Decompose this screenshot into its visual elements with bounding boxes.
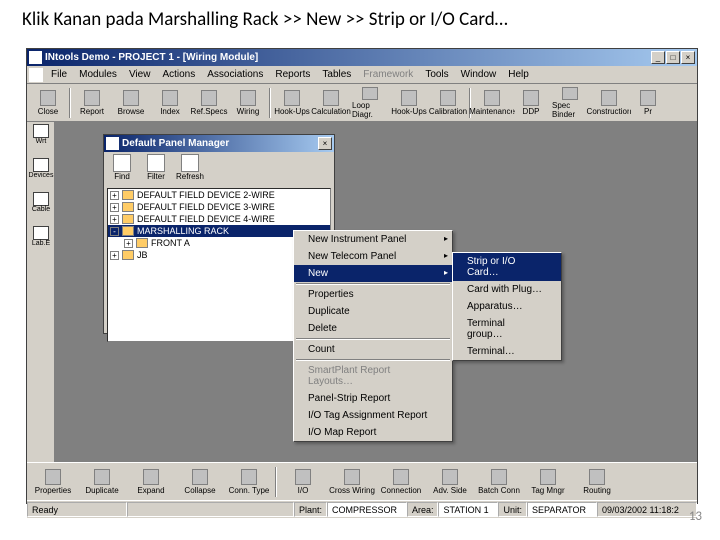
context-submenu-new: Strip or I/O Card…Card with Plug…Apparat… <box>452 252 562 361</box>
btb-tagmngr[interactable]: Tag Mngr <box>524 465 572 499</box>
menu-item[interactable]: Panel-Strip Report <box>294 390 452 407</box>
menu-item[interactable]: Count <box>294 341 452 358</box>
menu-item[interactable]: New <box>294 265 452 282</box>
tb-maintenance[interactable]: Maintenance <box>473 86 511 120</box>
btb-expand[interactable]: Expand <box>127 465 175 499</box>
tb-ddp[interactable]: DDP <box>512 86 550 120</box>
menu-item[interactable]: Terminal… <box>453 343 561 360</box>
btb-collapse[interactable]: Collapse <box>176 465 224 499</box>
menu-view[interactable]: View <box>123 67 157 82</box>
menu-actions[interactable]: Actions <box>156 67 201 82</box>
menu-help[interactable]: Help <box>502 67 535 82</box>
menu-modules[interactable]: Modules <box>73 67 123 82</box>
main-area: Default Panel Manager × FindFilterRefres… <box>55 122 697 462</box>
dock-wrt[interactable]: Wrt <box>29 124 53 154</box>
tb-wiring[interactable]: Wiring <box>229 86 267 120</box>
dock-devices[interactable]: Devices <box>29 158 53 188</box>
close-button[interactable]: × <box>681 51 695 64</box>
tree-item[interactable]: +DEFAULT FIELD DEVICE 3-WIRE <box>108 201 330 213</box>
status-area-label: Area: <box>407 502 439 517</box>
app-icon <box>29 51 42 64</box>
context-menu: New Instrument PanelNew Telecom PanelNew… <box>293 230 453 442</box>
tree-item[interactable]: +DEFAULT FIELD DEVICE 2-WIRE <box>108 189 330 201</box>
dock-lab.e[interactable]: Lab.E <box>29 226 53 256</box>
left-dock: Wrt Devices Cable Lab.E <box>27 122 55 462</box>
toolbar-bottom: PropertiesDuplicateExpandCollapseConn. T… <box>27 462 697 500</box>
tree-item[interactable]: +DEFAULT FIELD DEVICE 4-WIRE <box>108 213 330 225</box>
status-plant-label: Plant: <box>294 502 327 517</box>
tb-pr[interactable]: Pr <box>629 86 667 120</box>
menu-item[interactable]: Strip or I/O Card… <box>453 253 561 281</box>
tb-calibration[interactable]: Calibration <box>429 86 467 120</box>
status-spacer <box>127 502 294 517</box>
btb-crosswiring[interactable]: Cross Wiring <box>328 465 376 499</box>
btb-batchconn[interactable]: Batch Conn <box>475 465 523 499</box>
tb-close[interactable]: Close <box>29 86 67 120</box>
tb-hookups[interactable]: Hook-Ups <box>390 86 428 120</box>
panel-manager-close-button[interactable]: × <box>318 137 332 150</box>
tb-browse[interactable]: Browse <box>112 86 150 120</box>
status-time: 09/03/2002 11:18:2 <box>597 502 697 517</box>
btb-properties[interactable]: Properties <box>29 465 77 499</box>
maximize-button[interactable]: □ <box>666 51 680 64</box>
menu-reports[interactable]: Reports <box>269 67 316 82</box>
menu-item[interactable]: I/O Map Report <box>294 424 452 441</box>
panel-manager-title: Default Panel Manager <box>122 138 318 149</box>
menu-item[interactable]: New Telecom Panel <box>294 248 452 265</box>
tb-construction[interactable]: Construction <box>590 86 628 120</box>
tb-specbinder[interactable]: Spec Binder <box>551 86 589 120</box>
tb-calculation[interactable]: Calculation <box>312 86 350 120</box>
page-number: 13 <box>689 509 702 524</box>
panel-manager-icon <box>106 137 119 150</box>
btb-advside[interactable]: Adv. Side <box>426 465 474 499</box>
panel-manager-titlebar[interactable]: Default Panel Manager × <box>104 135 334 152</box>
menu-item[interactable]: New Instrument Panel <box>294 231 452 248</box>
menubar: File Modules View Actions Associations R… <box>27 66 697 84</box>
btb-duplicate[interactable]: Duplicate <box>78 465 126 499</box>
menu-framework: Framework <box>357 67 419 82</box>
btb-connection[interactable]: Connection <box>377 465 425 499</box>
tb-report[interactable]: Report <box>73 86 111 120</box>
menu-tools[interactable]: Tools <box>419 67 454 82</box>
mdi-icon <box>29 68 43 82</box>
menu-item[interactable]: Properties <box>294 286 452 303</box>
dock-cable[interactable]: Cable <box>29 192 53 222</box>
status-unit-label: Unit: <box>498 502 527 517</box>
menu-window[interactable]: Window <box>455 67 503 82</box>
tb-refspecs[interactable]: Ref.Specs <box>190 86 228 120</box>
menu-item[interactable]: Terminal group… <box>453 315 561 343</box>
menu-item[interactable]: Apparatus… <box>453 298 561 315</box>
status-plant: COMPRESSOR <box>327 502 407 517</box>
minimize-button[interactable]: _ <box>651 51 665 64</box>
pm-filter[interactable]: Filter <box>140 154 172 186</box>
statusbar: Ready Plant: COMPRESSOR Area: STATION 1 … <box>27 500 697 518</box>
workspace: Wrt Devices Cable Lab.E Default Panel Manag… <box>27 122 697 462</box>
app-window: INtools Demo - PROJECT 1 - [Wiring Modul… <box>26 48 698 504</box>
panel-manager-toolbar: FindFilterRefresh <box>104 152 334 188</box>
menu-associations[interactable]: Associations <box>201 67 269 82</box>
btb-conntype[interactable]: Conn. Type <box>225 465 273 499</box>
app-title: INtools Demo - PROJECT 1 - [Wiring Modul… <box>45 52 651 63</box>
status-unit: SEPARATOR <box>527 502 597 517</box>
menu-item[interactable]: Card with Plug… <box>453 281 561 298</box>
tb-loopdiagr[interactable]: Loop Diagr. <box>351 86 389 120</box>
toolbar-top: CloseReportBrowseIndexRef.SpecsWiringHoo… <box>27 84 697 122</box>
status-area: STATION 1 <box>438 502 498 517</box>
app-titlebar: INtools Demo - PROJECT 1 - [Wiring Modul… <box>27 49 697 66</box>
status-ready: Ready <box>27 502 127 517</box>
menu-item[interactable]: Duplicate <box>294 303 452 320</box>
menu-tables[interactable]: Tables <box>316 67 357 82</box>
menu-file[interactable]: File <box>45 67 73 82</box>
pm-find[interactable]: Find <box>106 154 138 186</box>
btb-routing[interactable]: Routing <box>573 465 621 499</box>
menu-item[interactable]: I/O Tag Assignment Report <box>294 407 452 424</box>
tb-index[interactable]: Index <box>151 86 189 120</box>
tb-hookups[interactable]: Hook-Ups <box>273 86 311 120</box>
menu-item[interactable]: Delete <box>294 320 452 337</box>
slide-title: Klik Kanan pada Marshalling Rack >> New … <box>0 0 720 35</box>
btb-io[interactable]: I/O <box>279 465 327 499</box>
pm-refresh[interactable]: Refresh <box>174 154 206 186</box>
menu-item: SmartPlant Report Layouts… <box>294 362 452 390</box>
